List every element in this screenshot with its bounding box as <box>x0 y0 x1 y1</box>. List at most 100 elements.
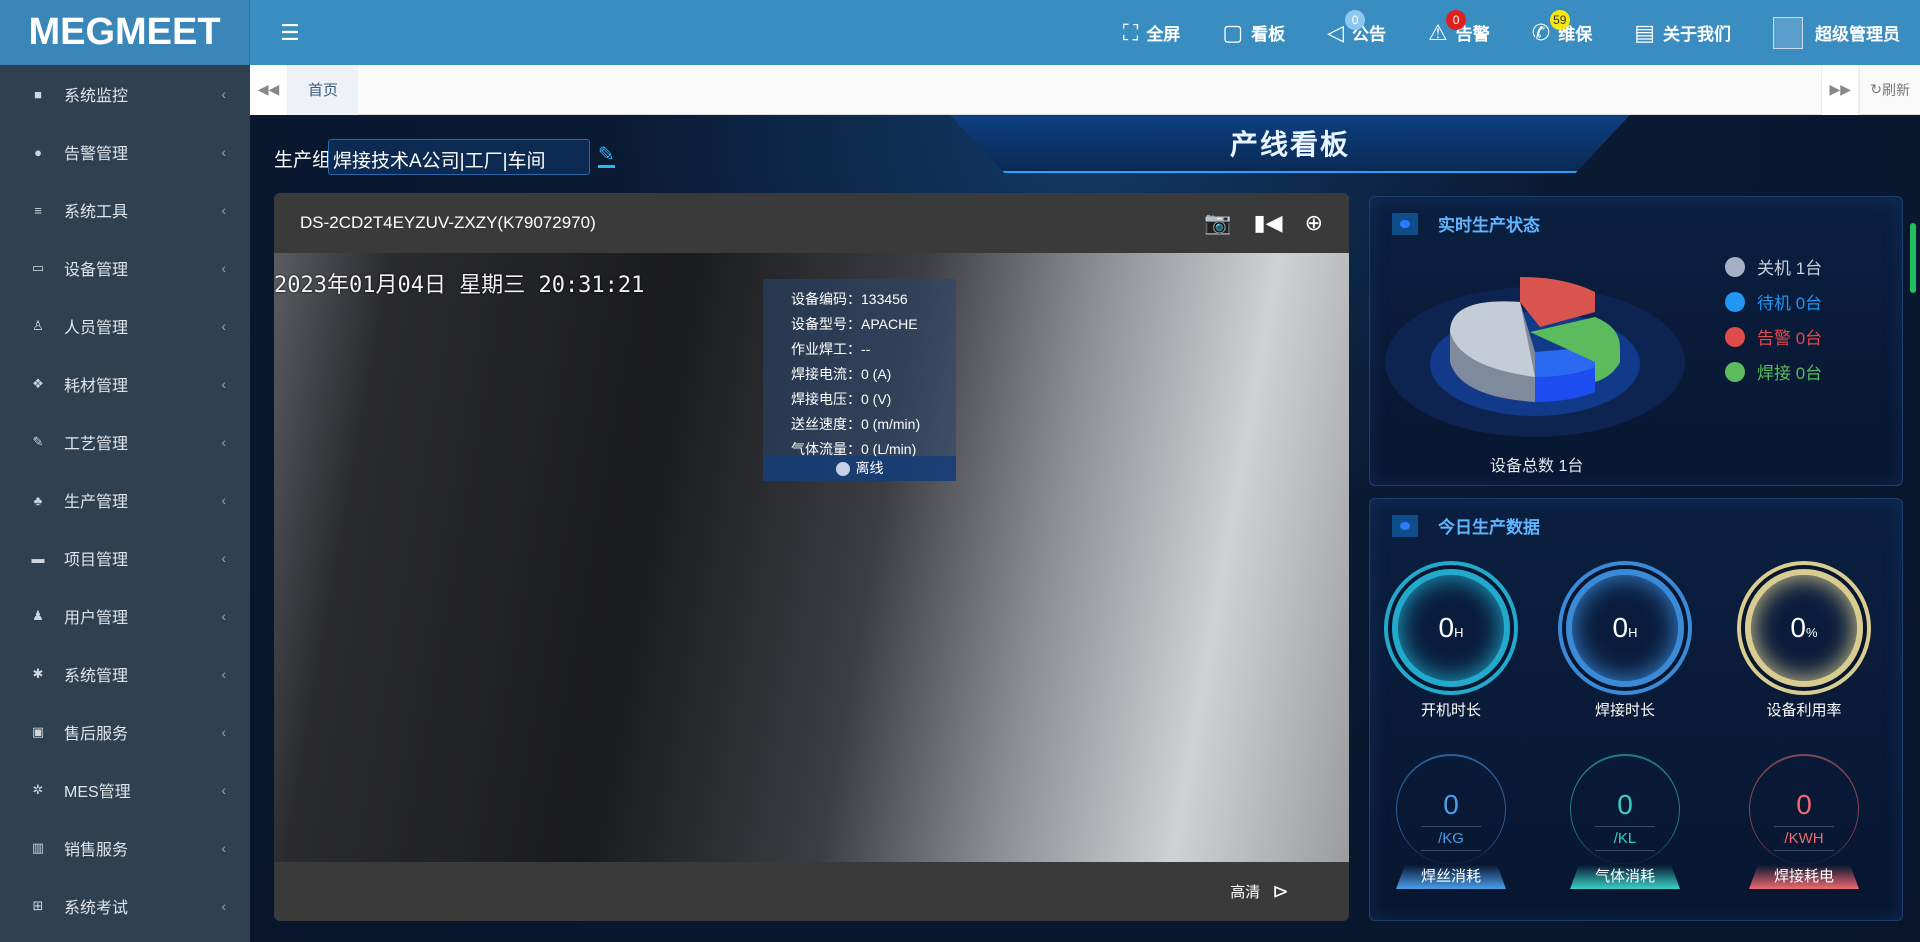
sidebar-item[interactable]: ♙ 人员管理 ‹ <box>0 297 250 355</box>
device-info-overlay: 设备编码：133456 设备型号：APACHE 作业焊工：-- 焊接电流：0 (A) 焊… <box>763 279 956 481</box>
legend-item: 待机 0台 <box>1725 284 1822 319</box>
sitemap-icon: ⊞ <box>32 898 44 913</box>
dashboard: 产线看板 生产组织 焊接技术A公司|工厂|车间 ✎ DS-2CD2T4EYZUV… <box>250 115 1920 942</box>
chevron-left-icon: ‹ <box>221 260 226 276</box>
legend-item: 焊接 0台 <box>1725 354 1822 389</box>
sidebar-item-label: 系统工具 <box>64 204 129 221</box>
announcement-icon: ◁ <box>1327 19 1345 45</box>
header-announcement-button[interactable]: ◁ 0 公告 <box>1327 9 1386 46</box>
sidebar-item-label: MES管理 <box>64 784 131 801</box>
tab-home[interactable]: 首页 <box>288 64 359 115</box>
sidebar-item[interactable]: ❖ 耗材管理 ‹ <box>0 355 250 413</box>
legend-dot-icon <box>1725 291 1745 312</box>
fullscreen-icon: ⛶ <box>1122 19 1139 45</box>
count-badge: 59 <box>1549 9 1570 30</box>
gauge-unit: H <box>1628 624 1638 640</box>
sidebar-item[interactable]: ✎ 工艺管理 ‹ <box>0 413 250 471</box>
sidebar: MEGMEET ■ 系统监控 ‹ ● 告警管理 ‹ ≡ 系统工具 ‹ ▭ 设备管理 ‹ ♙ 人员管理 ‹ ❖ 耗… <box>0 0 250 942</box>
sidebar-item-label: 售后服务 <box>64 726 129 743</box>
tab-scroll-left-icon[interactable]: ◀◀ <box>250 64 288 115</box>
header-fullscreen-button[interactable]: ⛶ 全屏 <box>1123 20 1180 46</box>
sidebar-item-label: 告警管理 <box>64 146 129 163</box>
sidebar-item[interactable]: ■ 系统监控 ‹ <box>0 65 250 123</box>
chevron-left-icon: ‹ <box>221 550 226 566</box>
laptop-icon: ▭ <box>31 260 45 275</box>
realtime-status-panel: 实时生产状态 关机 1台 待机 0台 告警 0台 焊接 0台 设备总数 1台 <box>1369 196 1903 486</box>
quality-toggle[interactable]: 高清 <box>1230 881 1260 902</box>
zoom-in-icon[interactable]: ⊕ <box>1305 210 1323 236</box>
gauge-value: 0 <box>1612 612 1629 643</box>
page-title: 产线看板 <box>950 115 1630 173</box>
header-warning-button[interactable]: ⚠ 0 告警 <box>1428 9 1490 46</box>
gauge-0: 0H <box>1392 569 1510 687</box>
sidebar-item[interactable]: ≡ 系统工具 ‹ <box>0 181 250 239</box>
panel-title-icon <box>1392 514 1418 537</box>
scrollbar[interactable] <box>1910 223 1916 293</box>
sidebar-item-label: 系统监控 <box>64 88 129 105</box>
sidebar-item-label: 销售服务 <box>64 842 129 859</box>
chevron-left-icon: ‹ <box>221 898 226 914</box>
sidebar-item[interactable]: ♟ 用户管理 ‹ <box>0 587 250 645</box>
sidebar-item[interactable]: ✲ MES管理 ‹ <box>0 761 250 819</box>
consumption-value: 0 <box>1443 789 1459 820</box>
sidebar-item[interactable]: ⊞ 系统考试 ‹ <box>0 877 250 935</box>
count-badge: 0 <box>1345 9 1366 30</box>
sidebar-item[interactable]: ▣ 售后服务 ‹ <box>0 703 250 761</box>
sidebar-item[interactable]: ✱ 系统管理 ‹ <box>0 645 250 703</box>
status-label: 离线 <box>855 460 884 476</box>
sidebar-item[interactable]: ● 告警管理 ‹ <box>0 123 250 181</box>
header-document-button[interactable]: ▤ 关于我们 <box>1634 20 1731 46</box>
document-icon: ▤ <box>1634 19 1655 45</box>
chevron-left-icon: ‹ <box>221 86 226 102</box>
record-icon[interactable]: ▮◀ <box>1254 210 1283 236</box>
sidebar-item-label: 设备管理 <box>64 262 129 279</box>
chevron-left-icon: ‹ <box>221 144 226 160</box>
gauge-label: 开机时长 <box>1420 702 1481 719</box>
list-icon: ≡ <box>34 202 42 218</box>
sidebar-item-label: 系统考试 <box>64 900 129 917</box>
playback-icon[interactable]: ⊳ <box>1272 879 1289 904</box>
chevron-left-icon: ‹ <box>221 608 226 624</box>
consumption-value: 0 <box>1617 789 1633 820</box>
video-stream[interactable]: 2023年01月04日 星期三 20:31:21 设备编码：133456 设备型号… <box>274 253 1349 862</box>
dashboard-icon: ▢ <box>1222 19 1244 45</box>
today-production-panel: 今日生产数据 0 H 开机时长 0 H 焊接时长 0% 设备利用率 0/KG 焊丝消耗 0/KL 气体… <box>1369 498 1903 921</box>
legend-dot-icon <box>1725 361 1745 382</box>
avatar <box>1773 16 1803 49</box>
snapshot-icon[interactable]: 📷 <box>1204 210 1231 236</box>
legend-label: 焊接 0台 <box>1757 364 1823 383</box>
tab-bar: ◀◀ 首页 ▶▶ ↻ 刷新 <box>250 64 1920 115</box>
video-timestamp: 2023年01月04日 星期三 20:31:21 <box>274 273 645 298</box>
sidebar-item[interactable]: ♣ 生产管理 ‹ <box>0 471 250 529</box>
device-info-line: 设备型号：APACHE <box>791 316 918 332</box>
tab-scroll-right-icon[interactable]: ▶▶ <box>1821 64 1860 115</box>
wrench-icon: ✎ <box>32 434 44 449</box>
status-badge: 离线 <box>763 456 956 481</box>
header-dashboard-button[interactable]: ▢ 看板 <box>1222 20 1285 46</box>
refresh-button[interactable]: ↻ 刷新 <box>1859 64 1920 115</box>
device-info-line: 焊接电流：0 (A) <box>791 366 892 382</box>
user-menu[interactable]: 超级管理员 <box>1773 16 1900 49</box>
edit-icon[interactable]: ✎ <box>598 145 615 168</box>
org-select-input[interactable]: 焊接技术A公司|工厂|车间 <box>328 139 590 175</box>
chevron-left-icon: ‹ <box>221 840 226 856</box>
folder-icon: ▬ <box>31 550 45 566</box>
legend-item: 关机 1台 <box>1725 249 1822 284</box>
sidebar-item[interactable]: ▬ 项目管理 ‹ <box>0 529 250 587</box>
chevron-left-icon: ‹ <box>221 782 226 798</box>
gauge-label: 焊接时长 <box>1594 702 1655 719</box>
panel-title-icon <box>1392 212 1418 235</box>
menu-toggle-icon[interactable]: ☰ <box>280 20 300 46</box>
chevron-left-icon: ‹ <box>221 666 226 682</box>
chevron-left-icon: ‹ <box>221 318 226 334</box>
header-maintenance-button[interactable]: ✆ 59 维保 <box>1532 9 1592 46</box>
chart-legend: 关机 1台 待机 0台 告警 0台 焊接 0台 <box>1725 249 1822 389</box>
sidebar-item[interactable]: ▥ 销售服务 ‹ <box>0 819 250 877</box>
sidebar-item[interactable]: ▭ 设备管理 ‹ <box>0 239 250 297</box>
logo: MEGMEET <box>0 0 250 65</box>
count-badge: 0 <box>1446 9 1467 30</box>
sidebar-item-label: 项目管理 <box>64 552 129 569</box>
user-icon: ♙ <box>32 318 44 333</box>
status-dot-icon <box>835 461 850 476</box>
chevron-left-icon: ‹ <box>221 434 226 450</box>
